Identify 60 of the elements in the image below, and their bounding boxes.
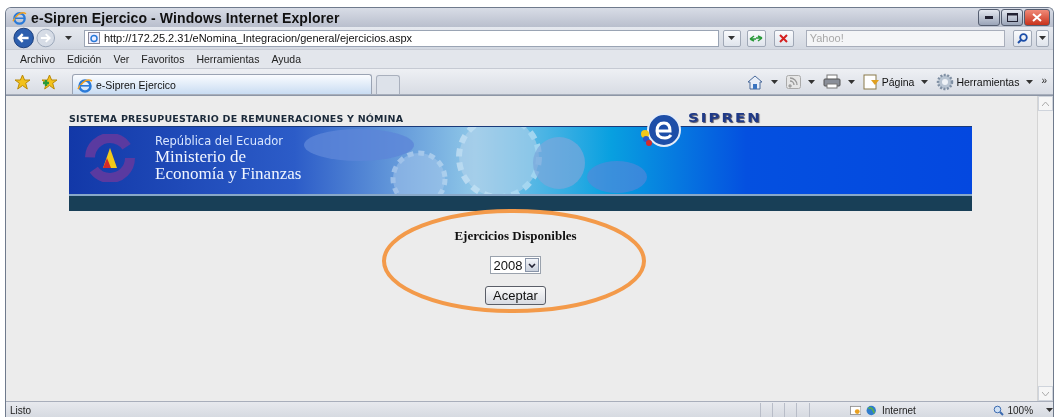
caret-icon (1026, 79, 1034, 84)
dropdown-button[interactable] (722, 29, 741, 47)
ministry-name: Economía y Finanzas (155, 165, 302, 182)
caret-icon (728, 36, 736, 40)
globe-icon (866, 403, 877, 417)
close-button[interactable] (1024, 9, 1050, 26)
year-select[interactable]: 2008 (489, 256, 542, 274)
caret-icon (528, 262, 537, 268)
sipren-logo-text: SIPREN (688, 110, 762, 126)
stop-button[interactable] (774, 29, 794, 47)
refresh-button[interactable] (746, 29, 767, 47)
zoom-button[interactable]: 100% (993, 404, 1053, 416)
search-options-button[interactable] (1036, 29, 1049, 47)
search-button[interactable] (1012, 29, 1033, 47)
protected-mode-icon (850, 404, 862, 416)
ministry-name: Ministerio de (155, 148, 248, 165)
caret-icon (1046, 408, 1053, 412)
menu-item[interactable]: Herramientas (190, 53, 266, 65)
system-header: SISTEMA PRESUPUESTARIO DE REMUNERACIONES Y NÓMINA (69, 113, 404, 124)
accept-button[interactable]: Aceptar (485, 286, 546, 305)
zoom-icon (993, 404, 1005, 416)
dropdown-arrow-icon[interactable] (847, 79, 855, 84)
menu-item[interactable]: Favoritos (135, 53, 191, 65)
browser-logo-icon (12, 10, 27, 25)
search-field[interactable]: Yahoo! (805, 29, 1005, 47)
maximize-button[interactable] (1001, 9, 1023, 26)
add-favorite-icon[interactable] (41, 73, 58, 90)
star-icon[interactable] (14, 73, 31, 90)
gear-icon (936, 72, 955, 91)
close-icon (1032, 13, 1042, 22)
browser-tab[interactable]: e-Sipren Ejercico (72, 74, 372, 94)
caret-icon (1039, 36, 1047, 40)
tools-menu-button[interactable]: Herramientas (936, 72, 1034, 91)
window-title: e-Sipren Ejercico - Windows Internet Explorer (31, 9, 340, 26)
maximize-icon (1006, 13, 1018, 22)
menu-item[interactable]: Ayuda (265, 53, 308, 65)
dropdown-arrow-icon[interactable] (770, 79, 778, 84)
country-text: República del Ecuador (155, 134, 285, 148)
minimize-button[interactable] (978, 9, 1000, 26)
address-field[interactable]: http://172.25.2.31/eNomina_Integracion/general/ejercicios.aspx (83, 29, 719, 47)
dropdown-arrow-icon[interactable] (64, 36, 72, 40)
stop-icon (779, 33, 789, 43)
minimize-icon (985, 16, 993, 19)
page-icon (862, 73, 880, 90)
page-menu-button[interactable]: Página (862, 73, 929, 90)
overflow-chevron[interactable]: » (1041, 74, 1047, 86)
dropdown-arrow-icon[interactable] (807, 79, 815, 84)
page-icon (87, 32, 100, 44)
refresh-icon (749, 33, 764, 43)
menu-item[interactable]: Ver (107, 53, 136, 65)
printer-icon[interactable] (822, 74, 841, 89)
house-icon[interactable] (745, 73, 764, 90)
browser-logo-icon (77, 76, 93, 93)
search-icon (1016, 32, 1028, 44)
zone-text: Internet (882, 404, 917, 416)
status-text: Listo (9, 404, 33, 416)
caret-icon (921, 79, 929, 84)
menu-item[interactable]: Archivo (14, 53, 61, 65)
menu-item[interactable]: Edición (61, 53, 108, 65)
form-title: Ejercicios Disponibles (454, 228, 577, 244)
